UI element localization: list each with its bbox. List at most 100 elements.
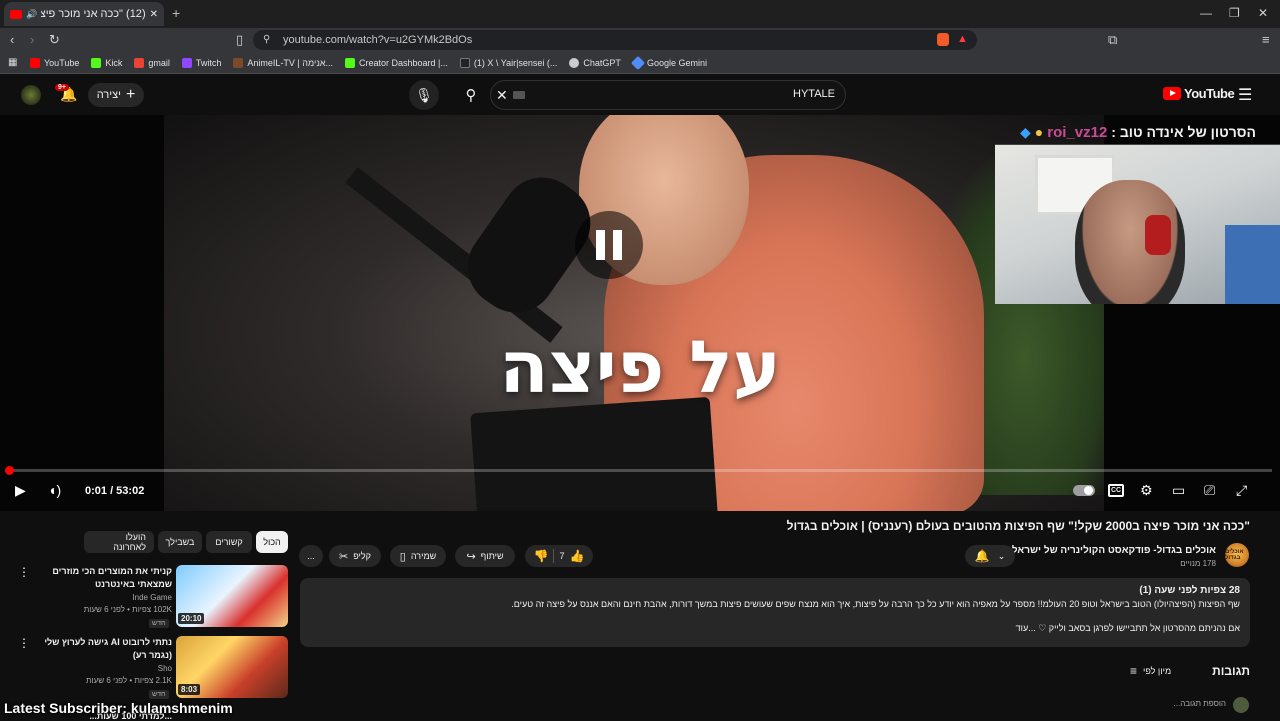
duration-badge: 20:10 xyxy=(178,613,205,624)
new-badge: חדש xyxy=(149,690,169,699)
fullscreen-icon[interactable]: ⤢ xyxy=(1236,483,1247,497)
chip-all[interactable]: הכול xyxy=(256,531,288,553)
forward-icon[interactable]: › xyxy=(30,33,34,46)
tab-title: (12) "ככה אני מוכר פיצה ב200... xyxy=(41,8,146,20)
like-count: 7 xyxy=(559,551,565,561)
video-thumbnail[interactable]: 8:03 xyxy=(176,636,288,698)
list-item[interactable]: ⋮ 20:10 קניתי את המוצרים הכי מוזרים שמצא… xyxy=(18,565,288,629)
create-button[interactable]: יצירה + xyxy=(88,83,144,107)
list-item[interactable]: ⋮ 8:03 נתתי לרובוט AI גישה לערוץ שלי (נג… xyxy=(18,636,288,700)
more-actions-button[interactable]: ... xyxy=(299,545,323,567)
logo-text: YouTube xyxy=(1184,86,1235,101)
tab-close-icon[interactable]: ✕ xyxy=(150,9,158,20)
site-info-icon[interactable]: ⚲ xyxy=(263,34,270,45)
share-icon: ↪ xyxy=(466,550,476,563)
subscription-button[interactable]: 🔔 ⌄ xyxy=(965,545,1015,567)
search-icon: ⚲ xyxy=(465,87,477,104)
bell-icon: 🔔 xyxy=(974,549,990,563)
channel-avatar[interactable]: אוכלים בגדול xyxy=(1225,543,1249,567)
play-icon[interactable]: ▶ xyxy=(15,483,26,497)
latest-subscriber-overlay: Latest Subscriber: kulamshmenim xyxy=(4,700,233,716)
youtube-favicon-icon xyxy=(10,9,22,19)
kebab-menu-icon[interactable]: ⋮ xyxy=(18,565,30,579)
browser-tab[interactable]: 🔊 (12) "ככה אני מוכר פיצה ב200... ✕ xyxy=(4,2,164,26)
chip-related[interactable]: קשורים xyxy=(206,531,252,553)
volume-icon[interactable]: ◖) xyxy=(48,483,61,497)
avatar[interactable] xyxy=(21,85,41,105)
audio-icon[interactable]: 🔊 xyxy=(26,9,37,20)
webcam-background-image xyxy=(1225,225,1280,304)
headset-image xyxy=(1145,215,1171,255)
video-frame xyxy=(164,115,1104,511)
stream-username: roi_vz12 xyxy=(1047,123,1108,141)
more-icon: ... xyxy=(307,551,315,561)
back-icon[interactable]: ‹ xyxy=(10,33,14,46)
restore-icon[interactable]: ❐ xyxy=(1229,6,1240,20)
voice-search-button[interactable]: 🎙 xyxy=(409,80,439,110)
clip-label: קליפ xyxy=(353,551,371,561)
cube-icon: ◆ xyxy=(1020,123,1031,140)
bookmark-chatgpt[interactable]: ChatGPT xyxy=(569,57,621,68)
add-comment-input[interactable]: הוספת תגובה... xyxy=(1060,699,1226,708)
menu-icon[interactable]: ≡ xyxy=(1262,33,1270,46)
video-player[interactable]: על פיצה ◆ ● roi_vz12 הסרטון של אינדה טוב… xyxy=(0,115,1280,511)
description-box[interactable]: 28 צפיות לפני שעה (1) שף הפיצות (הפיצהיו… xyxy=(300,578,1250,647)
sort-button[interactable]: מיון לפי ≡ xyxy=(1130,664,1171,678)
bookmark-x[interactable]: (1) X \ Yair|sensei (... xyxy=(459,57,557,68)
miniplayer-icon[interactable]: ▭ xyxy=(1172,483,1185,497)
minimize-icon[interactable]: — xyxy=(1200,6,1212,20)
save-button[interactable]: שמירה ▯ xyxy=(390,545,446,567)
recommendation-stats: 102K צפיות • לפני 6 שעות xyxy=(83,605,172,614)
brave-shield-icon[interactable] xyxy=(937,33,949,46)
bookmark-icon[interactable]: ▯ xyxy=(236,33,243,46)
bookmark-twitch[interactable]: Twitch xyxy=(181,57,221,68)
description-line: אם נהניתם מהסרטון אל תתביישו לפרגן בסאב … xyxy=(1015,623,1240,633)
sort-icon: ≡ xyxy=(1130,664,1138,678)
share-button[interactable]: שיתוף ↪ xyxy=(455,545,515,567)
duration-badge: 8:03 xyxy=(178,684,201,695)
recommendation-title: נתתי לרובוט AI גישה לערוץ שלי (נגמר רע) xyxy=(44,637,172,660)
address-bar[interactable]: ⚲ youtube.com/watch?v=u2GYMk2BdOs ▲ xyxy=(253,30,977,50)
window-close-icon[interactable]: ✕ xyxy=(1258,6,1268,20)
video-progress-bar[interactable] xyxy=(5,466,1272,475)
pause-overlay-icon[interactable] xyxy=(575,211,643,279)
extensions-icon[interactable]: ⧉ xyxy=(1108,33,1117,46)
chip-recent[interactable]: הועלו לאחרונה xyxy=(84,531,154,553)
like-icon[interactable]: 👍 xyxy=(570,549,585,563)
cast-icon[interactable]: ⎚ xyxy=(1204,483,1215,497)
save-icon: ▯ xyxy=(399,550,406,563)
webcam-overlay xyxy=(995,144,1280,304)
url-text: youtube.com/watch?v=u2GYMk2BdOs xyxy=(283,34,473,46)
youtube-logo[interactable]: YouTube xyxy=(1163,86,1235,101)
video-thumbnail[interactable]: 20:10 xyxy=(176,565,288,627)
youtube-play-icon xyxy=(1163,87,1181,100)
scissors-icon: ✂ xyxy=(339,550,349,563)
bookmark-animeil[interactable]: AnimeIL-TV | אנימה... xyxy=(233,57,333,68)
dislike-icon[interactable]: 👎 xyxy=(534,549,549,563)
rewards-icon[interactable]: ▲ xyxy=(957,33,968,45)
clear-search-icon[interactable]: ✕ xyxy=(496,87,508,104)
reload-icon[interactable]: ↻ xyxy=(49,33,60,46)
bookmark-gmail[interactable]: gmail xyxy=(134,57,170,68)
settings-icon[interactable]: ⚙ xyxy=(1140,483,1153,497)
apps-grid-icon[interactable]: ▦ xyxy=(8,57,17,68)
search-input[interactable]: ✕ HYTALE xyxy=(490,80,846,110)
bookmark-gemini[interactable]: Google Gemini xyxy=(630,55,707,70)
clip-button[interactable]: קליפ ✂ xyxy=(329,545,381,567)
notification-count-badge: 9+ xyxy=(55,84,69,91)
bookmark-youtube[interactable]: YouTube xyxy=(30,57,79,68)
chip-for-you[interactable]: בשבילך xyxy=(158,531,202,553)
bookmark-kick[interactable]: Kick xyxy=(91,57,122,68)
keyboard-icon[interactable] xyxy=(513,91,525,99)
time-display: 0:01 / 53:02 xyxy=(85,485,145,497)
autoplay-toggle[interactable] xyxy=(1073,485,1095,496)
bookmark-creator-dashboard[interactable]: Creator Dashboard |... xyxy=(345,57,448,68)
guide-menu-icon[interactable]: ☰ xyxy=(1238,85,1252,105)
kebab-menu-icon[interactable]: ⋮ xyxy=(18,636,30,650)
subtitles-icon[interactable]: CC xyxy=(1108,484,1124,497)
browser-tab-strip: 🔊 (12) "ככה אני מוכר פיצה ב200... ✕ + — … xyxy=(0,0,1280,28)
new-tab-button[interactable]: + xyxy=(172,5,180,21)
subscriber-count: 178 מנויים xyxy=(1180,559,1216,568)
search-button[interactable]: ⚲ xyxy=(453,80,489,110)
progress-scrubber[interactable] xyxy=(5,466,14,475)
